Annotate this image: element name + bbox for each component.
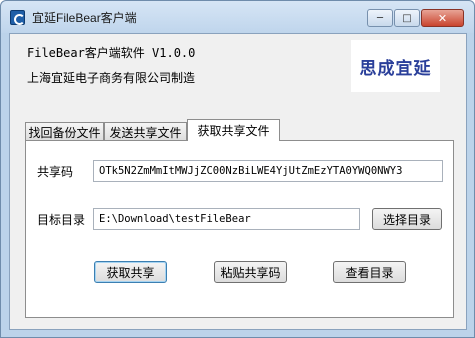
company-label: 上海宜延电子商务有限公司制造: [27, 71, 196, 85]
share-code-label: 共享码: [37, 165, 74, 179]
tab-restore-backup[interactable]: 找回备份文件: [25, 122, 104, 141]
window-title: 宜延FileBear客户端: [32, 11, 137, 25]
logo-text: 思成宜延: [359, 58, 432, 79]
caption-buttons: ─ □ ✕: [367, 9, 465, 27]
minimize-button[interactable]: ─: [367, 9, 393, 27]
tab-send-share[interactable]: 发送共享文件: [104, 122, 187, 141]
company-logo: 思成宜延: [351, 40, 440, 92]
get-share-button[interactable]: 获取共享: [94, 261, 167, 283]
target-dir-input[interactable]: E:\Download\testFileBear: [93, 208, 360, 230]
close-icon: ✕: [437, 11, 448, 25]
maximize-button[interactable]: □: [394, 9, 420, 27]
app-window: 宜延FileBear客户端 ─ □ ✕ FileBear客户端软件 V1.0.0…: [0, 0, 475, 338]
target-dir-label: 目标目录: [37, 213, 86, 227]
get-share-panel: 共享码 OTk5N2ZmMmItMWJjZC00NzBiLWE4YjUtZmEz…: [25, 140, 454, 318]
minimize-icon: ─: [376, 12, 384, 24]
client-area: FileBear客户端软件 V1.0.0 上海宜延电子商务有限公司制造 思成宜延…: [9, 33, 467, 330]
tab-get-share[interactable]: 获取共享文件: [187, 119, 280, 141]
paste-code-button[interactable]: 粘贴共享码: [214, 261, 287, 283]
app-icon: [10, 10, 25, 25]
close-button[interactable]: ✕: [421, 9, 464, 27]
app-version-label: FileBear客户端软件 V1.0.0: [27, 46, 196, 60]
choose-dir-button[interactable]: 选择目录: [372, 208, 442, 230]
view-dir-button[interactable]: 查看目录: [333, 261, 406, 283]
share-code-input[interactable]: OTk5N2ZmMmItMWJjZC00NzBiLWE4YjUtZmEzYTA0…: [93, 160, 443, 182]
maximize-icon: □: [402, 12, 412, 24]
title-bar[interactable]: 宜延FileBear客户端 ─ □ ✕: [1, 1, 474, 33]
